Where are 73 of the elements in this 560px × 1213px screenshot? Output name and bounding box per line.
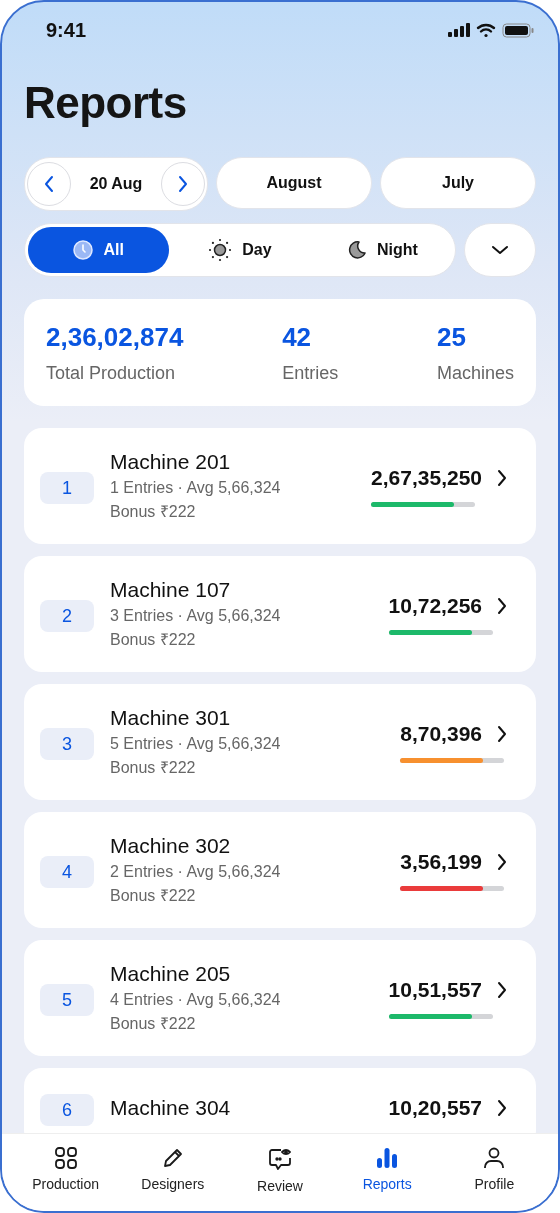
shift-tab[interactable]: All bbox=[28, 227, 170, 273]
clock-icon bbox=[73, 240, 94, 260]
battery-icon bbox=[502, 22, 534, 38]
stat-label: Machines bbox=[436, 362, 514, 384]
bonus-text: Bonus ₹222 bbox=[110, 758, 197, 778]
sun-icon bbox=[208, 238, 233, 262]
shift-tab[interactable]: Night bbox=[310, 227, 452, 273]
chevron-right-icon bbox=[496, 596, 508, 615]
stat-value: 25 bbox=[436, 321, 467, 353]
bar-chart-icon bbox=[375, 1146, 400, 1170]
machine-name: Machine 304 bbox=[110, 1096, 232, 1120]
month-button[interactable]: August bbox=[216, 157, 372, 209]
bonus-text: Bonus ₹222 bbox=[110, 502, 197, 522]
rank-badge: 2 bbox=[40, 600, 94, 632]
person-icon bbox=[482, 1146, 507, 1170]
production-total: 2,67,35,250 bbox=[371, 465, 482, 490]
machine-details: 5 Entries · Avg 5,66,324 bbox=[110, 734, 282, 754]
machine-name: Machine 205 bbox=[110, 962, 232, 986]
month-button[interactable]: July bbox=[380, 157, 536, 209]
production-total: 10,51,557 bbox=[388, 977, 482, 1002]
previous-day-button[interactable] bbox=[27, 162, 71, 206]
machine-card[interactable]: 6 Machine 304 10,20,557 bbox=[24, 1068, 536, 1133]
rank-badge: 5 bbox=[40, 984, 94, 1016]
machine-name: Machine 301 bbox=[110, 706, 232, 730]
bonus-text: Bonus ₹222 bbox=[110, 1014, 197, 1034]
status-time: 9:41 bbox=[46, 18, 87, 42]
stat-label: Entries bbox=[282, 362, 339, 384]
chevron-right-icon bbox=[496, 724, 508, 743]
machine-name: Machine 302 bbox=[110, 834, 232, 858]
machine-card[interactable]: 4 Machine 302 2 Entries · Avg 5,66,324 Bonus ₹222 3,56,199 bbox=[24, 812, 536, 928]
tab-bar-item[interactable]: Review bbox=[229, 1146, 330, 1211]
production-total: 10,72,256 bbox=[388, 593, 482, 618]
machine-details: 1 Entries · Avg 5,66,324 bbox=[110, 478, 282, 498]
machine-details: 4 Entries · Avg 5,66,324 bbox=[110, 990, 282, 1010]
machine-card[interactable]: 2 Machine 107 3 Entries · Avg 5,66,324 Bonus ₹222 10,72,256 bbox=[24, 556, 536, 672]
rank-badge: 6 bbox=[40, 1094, 94, 1126]
chat-eye-icon bbox=[266, 1146, 293, 1172]
tab-bar-item[interactable]: Designers bbox=[122, 1146, 223, 1211]
date-label: 20 Aug bbox=[88, 175, 144, 193]
grid-icon bbox=[53, 1146, 78, 1170]
chevron-right-icon bbox=[496, 468, 508, 487]
chevron-left-icon bbox=[43, 175, 55, 193]
wifi-icon bbox=[476, 22, 496, 38]
machine-name: Machine 201 bbox=[110, 450, 232, 474]
page-title: Reports bbox=[24, 78, 188, 128]
machine-name: Machine 107 bbox=[110, 578, 232, 602]
production-total: 8,70,396 bbox=[400, 721, 482, 746]
chevron-right-icon bbox=[496, 1099, 508, 1117]
signal-icon bbox=[448, 23, 470, 37]
rank-badge: 4 bbox=[40, 856, 94, 888]
machine-details: 2 Entries · Avg 5,66,324 bbox=[110, 862, 282, 882]
bonus-text: Bonus ₹222 bbox=[110, 630, 197, 650]
production-total: 3,56,199 bbox=[400, 849, 482, 874]
stat-value: 42 bbox=[282, 321, 313, 353]
production-total: 10,20,557 bbox=[388, 1096, 482, 1120]
machine-details: 3 Entries · Avg 5,66,324 bbox=[110, 606, 282, 626]
chevron-right-icon bbox=[496, 852, 508, 871]
chevron-down-icon bbox=[491, 245, 509, 255]
bonus-text: Bonus ₹222 bbox=[110, 886, 197, 906]
rank-badge: 3 bbox=[40, 728, 94, 760]
chevron-right-icon bbox=[496, 980, 508, 999]
shift-tab[interactable]: Day bbox=[169, 227, 311, 273]
rank-badge: 1 bbox=[40, 472, 94, 504]
chevron-right-icon bbox=[177, 175, 189, 193]
machine-card[interactable]: 5 Machine 205 4 Entries · Avg 5,66,324 Bonus ₹222 10,51,557 bbox=[24, 940, 536, 1056]
machine-card[interactable]: 1 Machine 201 1 Entries · Avg 5,66,324 Bonus ₹222 2,67,35,250 bbox=[24, 428, 536, 544]
tab-bar-item[interactable]: Production bbox=[15, 1146, 116, 1211]
stat-label: Total Production bbox=[46, 362, 177, 384]
next-day-button[interactable] bbox=[161, 162, 205, 206]
machine-card[interactable]: 3 Machine 301 5 Entries · Avg 5,66,324 Bonus ₹222 8,70,396 bbox=[24, 684, 536, 800]
stat-value: 2,36,02,874 bbox=[46, 321, 184, 353]
tab-bar-item[interactable]: Reports bbox=[337, 1146, 438, 1211]
tab-bar-item[interactable]: Profile bbox=[444, 1146, 545, 1211]
